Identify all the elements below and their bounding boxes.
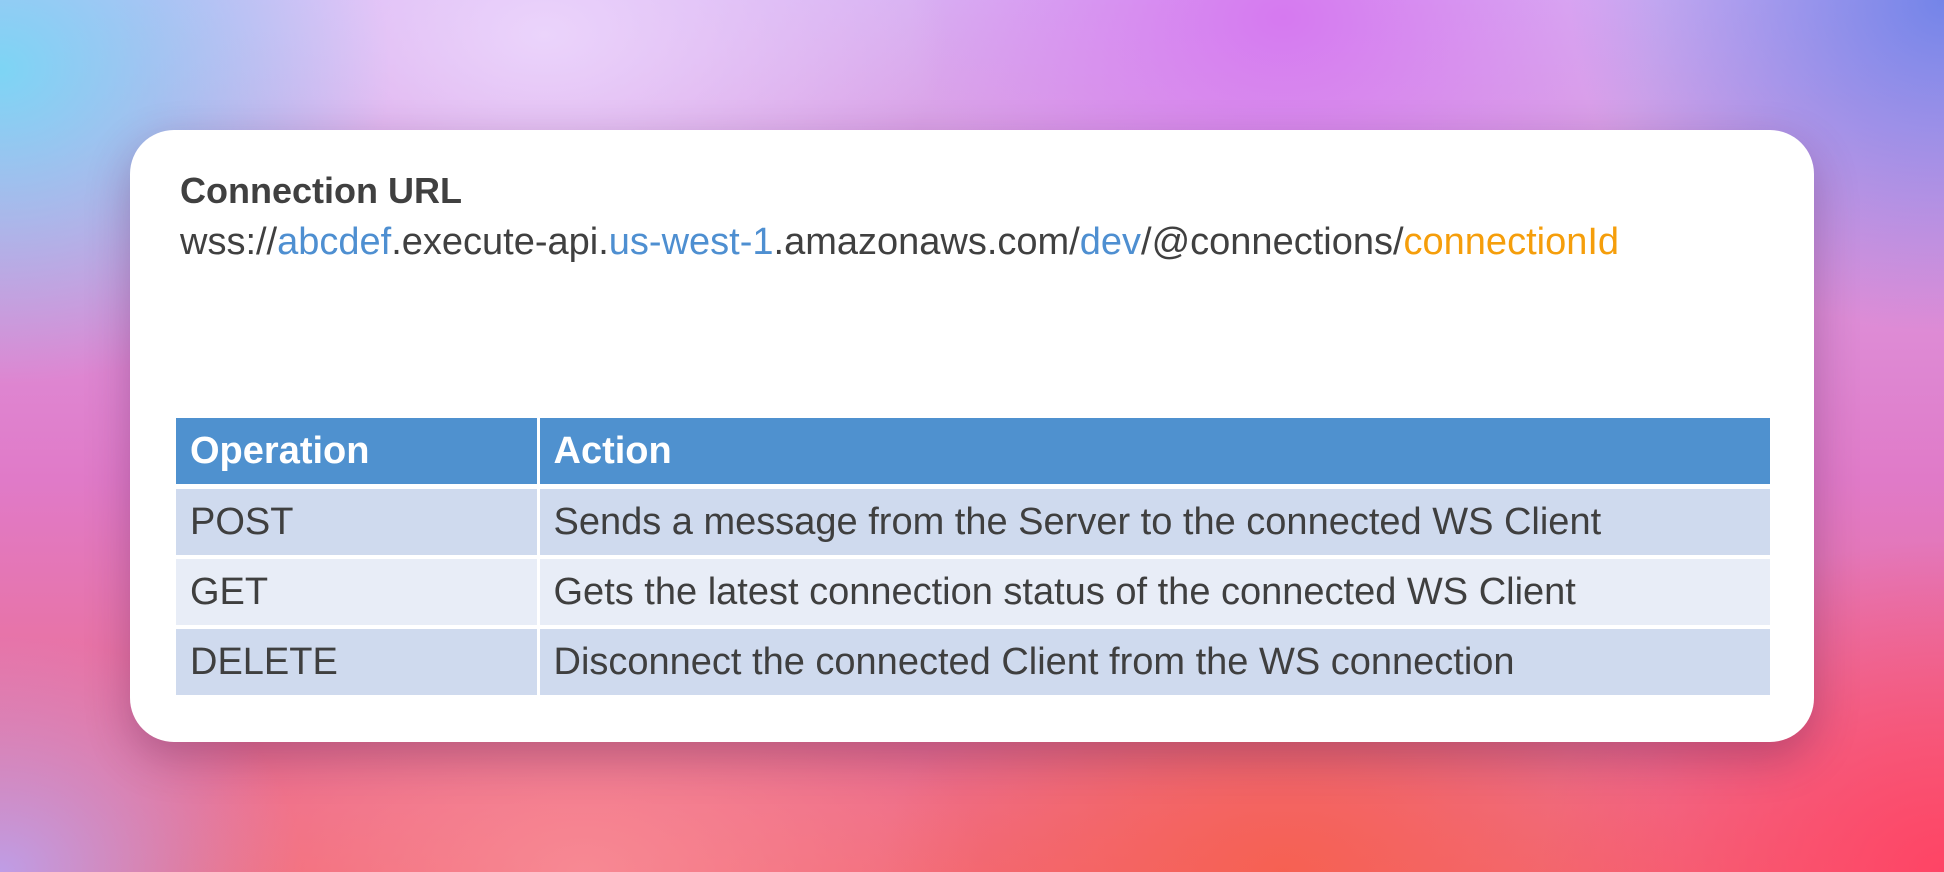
operation-cell: GET [176,555,538,627]
operation-cell: DELETE [176,625,538,695]
table-row: POST Sends a message from the Server to … [176,484,1770,557]
url-stage: dev [1079,221,1142,263]
action-cell: Disconnect the connected Client from the… [536,625,1770,695]
content-card: Connection URL wss://abcdef.execute-api.… [130,130,1814,742]
table-row: DELETE Disconnect the connected Client f… [176,625,1770,695]
header-operation: Operation [176,418,538,489]
url-connections-path: /@connections/ [1141,221,1404,263]
action-cell: Sends a message from the Server to the c… [536,484,1770,557]
table-header-row: Operation Action [176,418,1770,489]
url-connection-id: connectionId [1403,221,1620,263]
operation-cell: POST [176,484,538,557]
connection-url-title: Connection URL [180,170,462,211]
table-row: GET Gets the latest connection status of… [176,555,1770,627]
url-api-id: abcdef [277,221,392,263]
header-action: Action [536,418,1770,489]
action-cell: Gets the latest connection status of the… [536,555,1770,627]
connection-url-block: Connection URL wss://abcdef.execute-api.… [180,168,1784,270]
url-domain: .amazonaws.com/ [773,221,1080,263]
operations-table: Operation Action POST Sends a message fr… [176,418,1770,695]
url-scheme: wss:// [180,221,278,263]
connection-url: wss://abcdef.execute-api.us-west-1.amazo… [180,214,1784,270]
url-service: .execute-api. [391,221,609,263]
url-region: us-west-1 [608,221,774,263]
